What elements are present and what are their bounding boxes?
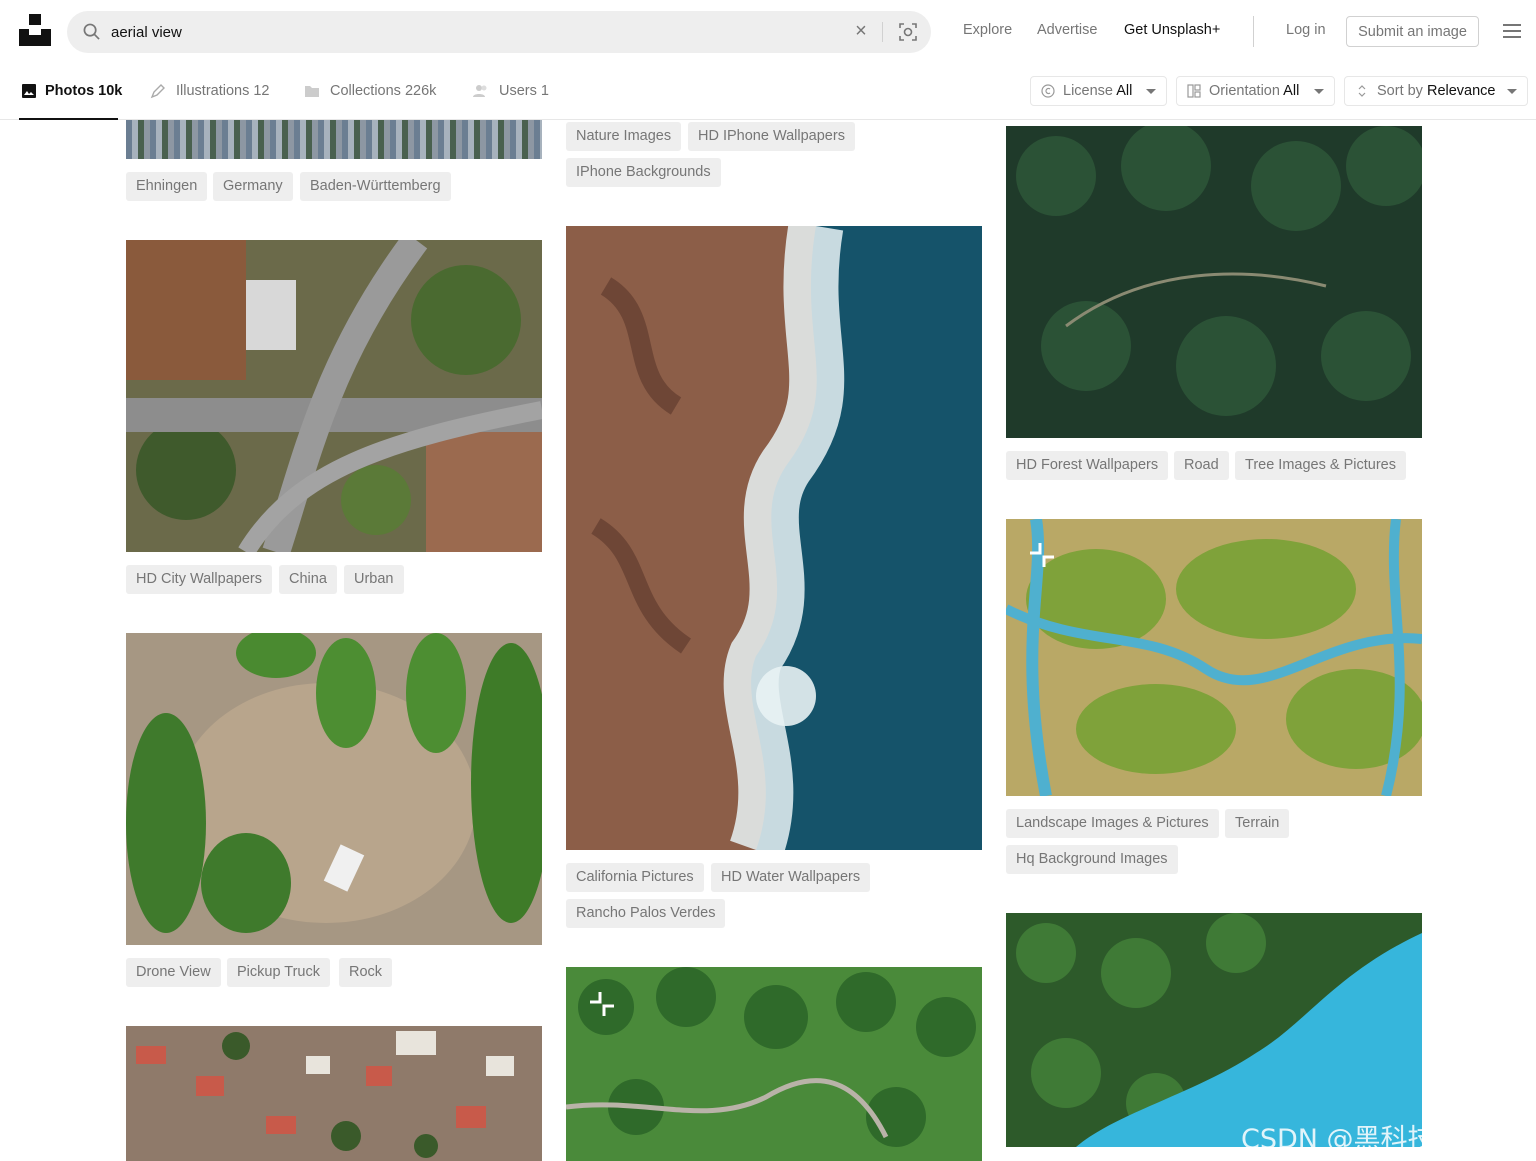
tag[interactable]: Drone View	[126, 958, 221, 987]
tag[interactable]: HD IPhone Wallpapers	[688, 122, 855, 151]
nav-advertise[interactable]: Advertise	[1037, 22, 1097, 38]
watermark: CSDN @黑科技研究僧	[1241, 1124, 1516, 1155]
forest-road-curve-art	[566, 967, 982, 1161]
search-input[interactable]	[111, 11, 831, 53]
photo-forest-road[interactable]	[1006, 126, 1422, 438]
chevron-down-icon	[1507, 89, 1517, 94]
tab-users[interactable]: Users 1	[473, 64, 549, 119]
lake-forest-art	[1006, 913, 1422, 1147]
tag[interactable]: Urban	[344, 565, 404, 594]
photo-terrain-rivers[interactable]	[1006, 519, 1422, 796]
houses-art	[126, 1026, 542, 1161]
unsplash-plus-icon	[590, 992, 614, 1016]
clear-icon[interactable]: ×	[851, 21, 871, 41]
tag[interactable]: HD Water Wallpapers	[711, 863, 871, 892]
tag[interactable]: China	[279, 565, 337, 594]
unsplash-plus-icon	[1030, 543, 1054, 567]
tab-collections[interactable]: Collections 226k	[304, 64, 442, 119]
copyright-icon	[1041, 84, 1055, 98]
photo-coast-waves[interactable]	[566, 226, 982, 850]
terrain-rivers-art	[1006, 519, 1422, 796]
tab-users-label: Users 1	[499, 83, 549, 99]
forest-road-art	[1006, 126, 1422, 438]
search-icon[interactable]	[83, 23, 100, 40]
tag[interactable]: California Pictures	[566, 863, 704, 892]
tag[interactable]: Hq Background Images	[1006, 845, 1178, 874]
header-divider	[1253, 16, 1254, 47]
tag[interactable]: Rock	[339, 958, 393, 987]
tag[interactable]: HD Forest Wallpapers	[1006, 451, 1169, 480]
photo-city-highway[interactable]	[126, 240, 542, 552]
orientation-filter[interactable]: Orientation All	[1176, 76, 1335, 106]
tab-illustrations[interactable]: Illustrations 12	[150, 64, 272, 119]
submit-image-button[interactable]: Submit an image	[1346, 16, 1479, 47]
photo-drone-rock[interactable]	[126, 633, 542, 945]
tag[interactable]: Germany	[213, 172, 293, 201]
tab-photos[interactable]: Photos 10k	[19, 64, 122, 120]
tag[interactable]: Terrain	[1225, 809, 1290, 838]
search-bar: ×	[67, 11, 931, 53]
nav-get-unsplash-plus[interactable]: Get Unsplash+	[1124, 22, 1220, 38]
coast-waves-art	[566, 226, 982, 850]
tag[interactable]: Nature Images	[566, 122, 682, 151]
layout-icon	[1187, 84, 1201, 98]
tag[interactable]: Ehningen	[126, 172, 208, 201]
tag[interactable]: Landscape Images & Pictures	[1006, 809, 1219, 838]
license-filter[interactable]: License All	[1030, 76, 1167, 106]
tag[interactable]: Rancho Palos Verdes	[566, 899, 726, 928]
unsplash-logo[interactable]	[19, 14, 51, 46]
drone-rock-art	[126, 633, 542, 945]
sort-filter-label: Sort by Relevance	[1377, 83, 1496, 99]
tag[interactable]: HD City Wallpapers	[126, 565, 272, 594]
users-icon	[473, 85, 487, 97]
tag[interactable]: IPhone Backgrounds	[566, 158, 721, 187]
search-divider	[882, 22, 883, 42]
photo-houses[interactable]	[126, 1026, 542, 1161]
login-link[interactable]: Log in	[1286, 22, 1326, 38]
image-icon	[22, 84, 36, 98]
tab-illustrations-label: Illustrations 12	[176, 83, 270, 99]
folder-icon	[305, 86, 319, 97]
hamburger-menu-icon[interactable]	[1503, 24, 1521, 38]
city-highway-art	[126, 240, 542, 552]
tag[interactable]: Tree Images & Pictures	[1235, 451, 1406, 480]
search-subnav: Photos 10k Illustrations 12 Collections …	[0, 64, 1536, 120]
nav-explore[interactable]: Explore	[963, 22, 1012, 38]
photo-ehningen[interactable]	[126, 120, 542, 159]
chevron-down-icon	[1146, 89, 1156, 94]
tab-photos-label: Photos 10k	[45, 83, 123, 99]
sort-filter[interactable]: Sort by Relevance	[1344, 76, 1528, 106]
logo-top-mark	[29, 14, 41, 25]
visual-search-icon[interactable]	[898, 22, 918, 42]
chevron-down-icon	[1314, 89, 1324, 94]
tag[interactable]: Pickup Truck	[227, 958, 330, 987]
pen-icon	[150, 84, 165, 99]
logo-bottom-mark	[19, 29, 51, 46]
tag[interactable]: Baden-Württemberg	[300, 172, 451, 201]
license-filter-label: License All	[1063, 83, 1133, 99]
photo-lake-forest[interactable]	[1006, 913, 1422, 1147]
tag[interactable]: Road	[1174, 451, 1229, 480]
orientation-filter-label: Orientation All	[1209, 83, 1300, 99]
sort-icon	[1358, 85, 1366, 97]
tab-collections-label: Collections 226k	[330, 83, 437, 99]
photo-forest-road-curve[interactable]	[566, 967, 982, 1161]
top-header: × Explore Advertise Get Unsplash+ Log in…	[0, 0, 1536, 64]
